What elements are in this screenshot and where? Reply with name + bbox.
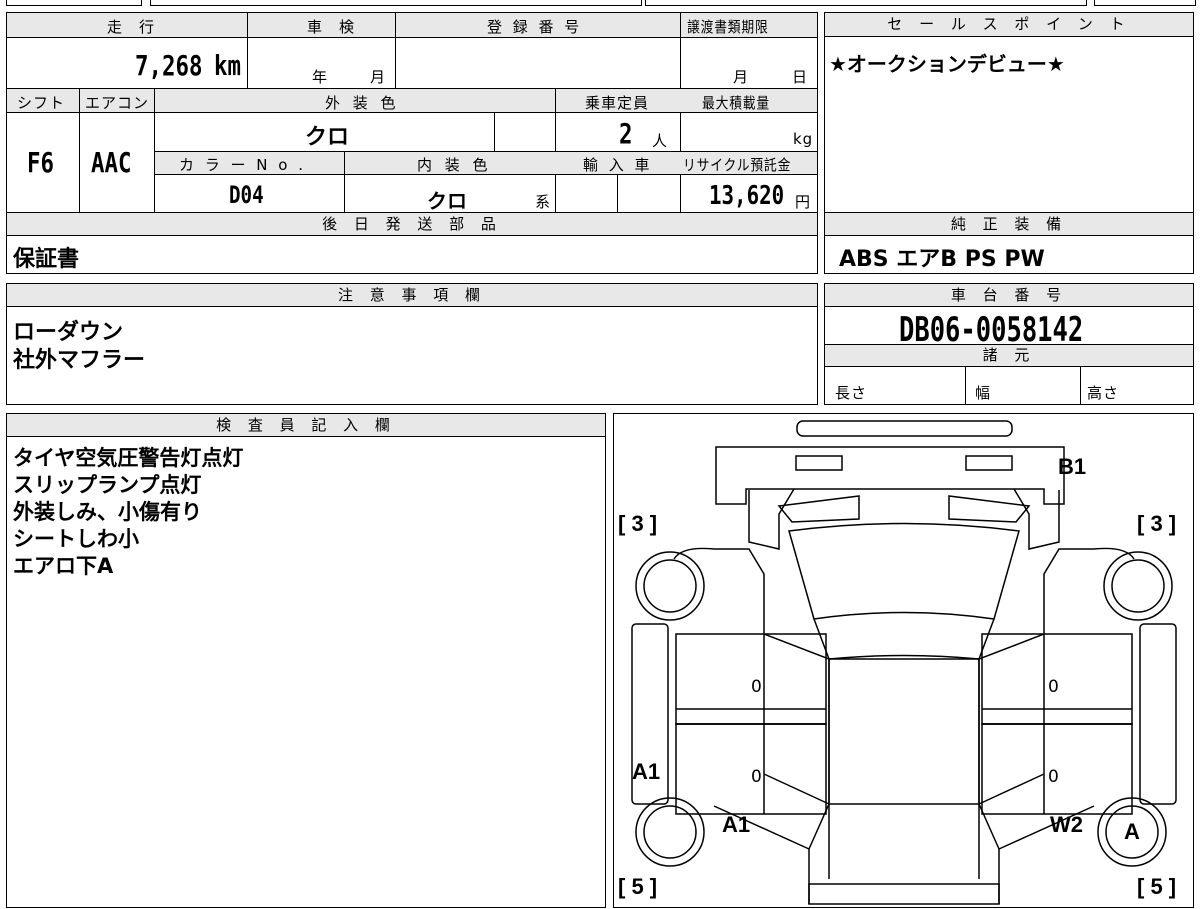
spec-width-label: 幅 (975, 384, 992, 402)
spec-height-label: 高さ (1087, 384, 1120, 402)
sales-point-box: セ ー ル ス ポ イ ン ト ★オークションデビュー★ (824, 12, 1194, 213)
mileage-value: 7,268 (135, 49, 203, 82)
chassis-header: 車 台 番 号 (825, 284, 1193, 307)
chassis-box: 車 台 番 号 DB06-0058142 諸 元 長さ 幅 高さ (824, 283, 1194, 405)
recycle-fee-value: 13,620 (709, 181, 785, 211)
color-no-label: カ ラ ー N o . (179, 156, 307, 174)
inspector-line: エアロ下A (13, 554, 114, 578)
inspector-line: スリップランプ点灯 (13, 473, 202, 497)
vehicle-info-table: 走 行 車 検 登 録 番 号 譲渡書類期限 7,268 km 年 月 月 日 … (6, 12, 818, 214)
capacity-unit: 人 (652, 132, 669, 150)
sales-point-header: セ ー ル ス ポ イ ン ト (825, 13, 1193, 37)
door-mark-rl: 0 (751, 767, 762, 787)
ext-color-value: クロ (305, 125, 350, 150)
car-condition-diagram: [ 3 ] [ 3 ] [ 5 ] [ 5 ] B1 A1 A1 W2 A 0 … (613, 413, 1194, 908)
int-color-value: クロ (427, 189, 467, 213)
inspector-header: 検 査 員 記 入 欄 (7, 414, 605, 437)
door-mark-rr: 0 (1048, 767, 1059, 787)
notes-header: 注 意 事 項 欄 (7, 284, 817, 307)
max-load-unit: kg (793, 130, 814, 148)
inspector-line: シートしわ小 (13, 527, 139, 551)
inspection-label: 車 検 (307, 18, 356, 36)
damage-mark-w2: W2 (1050, 812, 1083, 837)
notes-box: 注 意 事 項 欄 ローダウン 社外マフラー (6, 283, 818, 405)
mileage-label: 走 行 (107, 18, 156, 36)
tire-mark-top-left: [ 3 ] (618, 511, 658, 536)
genuine-equipment-header: 純 正 装 備 (825, 213, 1193, 236)
sales-point-value: ★オークションデビュー★ (829, 52, 1065, 76)
int-color-suffix: 系 (535, 193, 552, 211)
genuine-equipment-value: ABS エアB PS PW (839, 247, 1045, 272)
notes-line: 社外マフラー (13, 348, 146, 373)
recycle-label: リサイクル預託金 (683, 156, 792, 174)
transfer-label: 譲渡書類期限 (687, 18, 769, 36)
genuine-equipment-box: 純 正 装 備 ABS エアB PS PW (824, 212, 1194, 274)
shift-label: シフト (17, 94, 66, 112)
door-mark-fr: 0 (1048, 677, 1059, 697)
specs-header: 諸 元 (825, 345, 1193, 367)
capacity-value: 2 (619, 117, 633, 150)
inspector-box: 検 査 員 記 入 欄 タイヤ空気圧警告灯点灯 スリップランプ点灯 外装しみ、小… (6, 413, 606, 908)
transfer-month: 月 (733, 68, 750, 86)
registration-label: 登 録 番 号 (487, 18, 583, 36)
import-label: 輸 入 車 (583, 156, 653, 174)
inspection-month: 月 (370, 68, 387, 86)
tire-mark-bottom-right: [ 5 ] (1137, 874, 1177, 899)
damage-mark-a1-rear: A1 (722, 812, 751, 837)
transfer-day: 日 (792, 68, 809, 86)
later-parts-box: 後 日 発 送 部 品 保証書 (6, 212, 818, 274)
inspection-year: 年 (312, 68, 329, 86)
max-load-label: 最大積載量 (702, 94, 771, 112)
mileage-unit: km (214, 49, 241, 82)
ext-color-label: 外 装 色 (325, 94, 400, 112)
later-parts-header: 後 日 発 送 部 品 (7, 213, 817, 236)
later-parts-value: 保証書 (13, 247, 80, 272)
spec-length-label: 長さ (835, 384, 868, 402)
tire-mark-top-right: [ 3 ] (1137, 511, 1177, 536)
recycle-unit: 円 (795, 193, 812, 211)
car-outline (631, 420, 1177, 905)
top-strip (0, 0, 1200, 6)
damage-mark-a1-side: A1 (632, 759, 661, 784)
ac-label: エアコン (85, 94, 150, 112)
shift-value: F6 (27, 146, 54, 179)
int-color-label: 内 装 色 (417, 156, 492, 174)
color-no-value: D04 (229, 181, 264, 209)
inspector-line: 外装しみ、小傷有り (13, 500, 202, 524)
ac-value: AAC (91, 146, 132, 179)
capacity-label: 乗車定員 (585, 94, 650, 112)
door-mark-fl: 0 (751, 677, 762, 697)
inspector-line: タイヤ空気圧警告灯点灯 (13, 446, 244, 470)
tire-mark-bottom-left: [ 5 ] (618, 874, 658, 899)
damage-mark-a-circle: A (1124, 819, 1140, 844)
damage-mark-b1: B1 (1058, 454, 1087, 479)
